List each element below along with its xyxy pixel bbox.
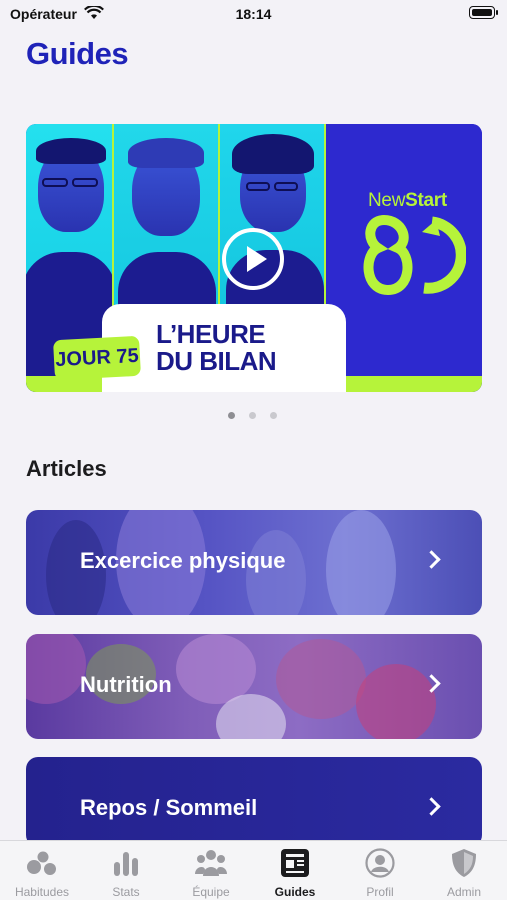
tab-label: Équipe xyxy=(192,885,230,899)
tab-label: Guides xyxy=(274,885,316,899)
day-badge: JOUR 75 xyxy=(53,335,141,381)
tab-label: Profil xyxy=(366,885,394,899)
circles-icon xyxy=(27,851,56,875)
article-card-nutrition[interactable]: Nutrition xyxy=(26,634,482,739)
newstart-logo: NewStart xyxy=(368,190,447,211)
newspaper-icon xyxy=(281,849,309,877)
article-label: Nutrition xyxy=(80,672,172,697)
chevron-right-icon xyxy=(422,797,441,816)
page-title: Guides xyxy=(26,36,129,71)
carousel-pager[interactable] xyxy=(228,406,291,424)
person-circle-icon xyxy=(365,848,395,878)
pager-dot[interactable] xyxy=(270,412,277,419)
battery-icon xyxy=(469,6,498,19)
banner-title: L’HEURE DU BILAN xyxy=(156,319,277,376)
tab-bar: Habitudes Stats Équipe Guides Profil Adm… xyxy=(0,840,507,900)
article-card-sleep[interactable]: Repos / Sommeil xyxy=(26,757,482,847)
tab-stats[interactable]: Stats xyxy=(84,841,168,900)
play-icon[interactable] xyxy=(222,228,284,290)
team-icon xyxy=(195,850,227,876)
tab-equipe[interactable]: Équipe xyxy=(169,841,253,900)
video-banner[interactable]: NewStart L’HEURE DU BILAN JOUR 75 xyxy=(26,124,482,392)
tab-label: Habitudes xyxy=(14,885,70,899)
shield-icon xyxy=(452,849,476,877)
clock: 18:14 xyxy=(235,6,272,22)
tab-label: Stats xyxy=(112,885,140,899)
pager-dot[interactable] xyxy=(228,412,235,419)
article-card-exercise[interactable]: Excercice physique xyxy=(26,510,482,615)
tab-profil[interactable]: Profil xyxy=(338,841,422,900)
articles-heading: Articles xyxy=(26,456,107,481)
logo-80-icon xyxy=(363,214,466,296)
tab-label: Admin xyxy=(446,885,481,899)
bar-chart-icon xyxy=(114,852,138,876)
article-label: Repos / Sommeil xyxy=(80,795,258,820)
chevron-right-icon xyxy=(422,550,441,569)
tab-guides[interactable]: Guides xyxy=(253,841,337,900)
tab-habitudes[interactable]: Habitudes xyxy=(0,841,84,900)
pager-dot[interactable] xyxy=(249,412,256,419)
tab-admin[interactable]: Admin xyxy=(422,841,506,900)
status-bar: Opérateur 18:14 xyxy=(0,0,507,30)
article-label: Excercice physique xyxy=(80,548,286,573)
